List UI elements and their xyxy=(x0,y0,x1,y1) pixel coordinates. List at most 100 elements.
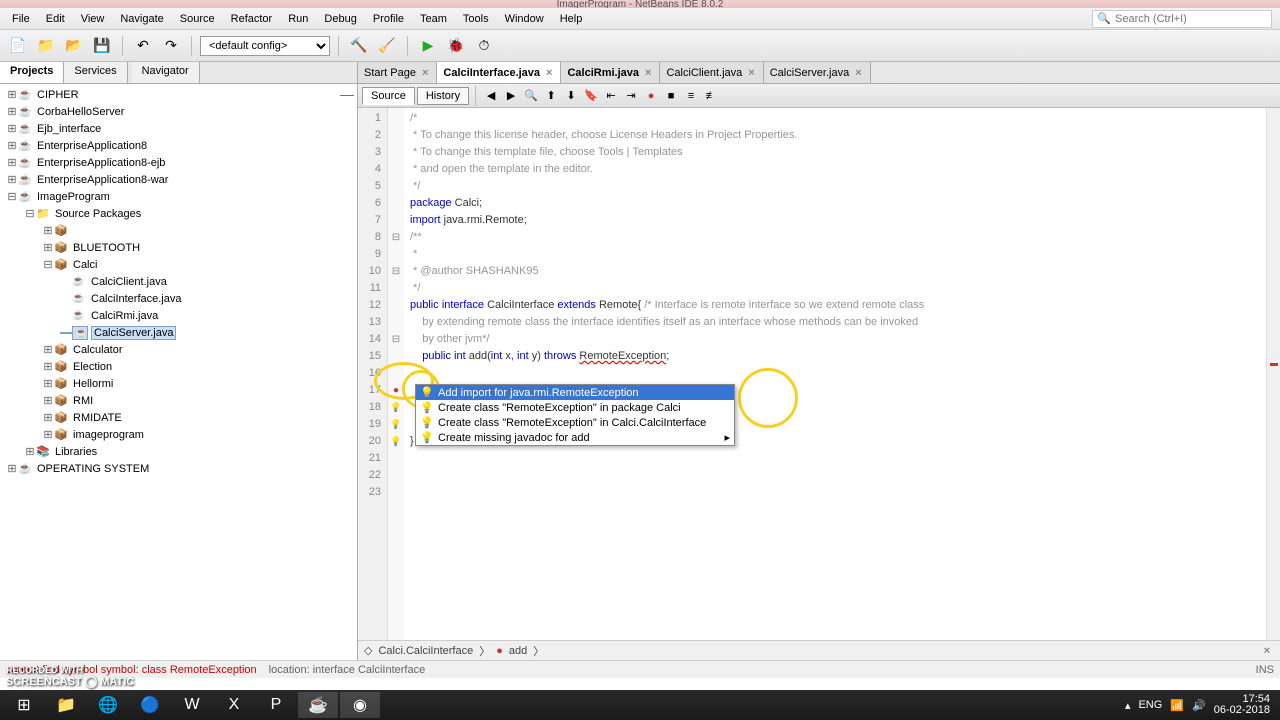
new-project-button[interactable]: 📁 xyxy=(34,34,58,58)
find-selection-icon[interactable]: 🔍 xyxy=(522,87,540,105)
tree-item[interactable]: CalciInterface.java xyxy=(2,290,355,307)
error-marker[interactable] xyxy=(1270,363,1278,366)
open-button[interactable]: 📂 xyxy=(62,34,86,58)
chrome-button[interactable]: 🔵 xyxy=(130,692,170,718)
shift-right-icon[interactable]: ⇥ xyxy=(622,87,640,105)
breadcrumb-close-icon[interactable]: × xyxy=(1264,645,1270,657)
breadcrumb-class[interactable]: Calci.CalciInterface xyxy=(378,645,473,657)
vertical-scrollbar[interactable] xyxy=(1266,108,1280,640)
tree-item[interactable]: ⊞ xyxy=(2,222,355,239)
close-icon[interactable]: × xyxy=(643,67,653,79)
expander-icon[interactable]: ⊞ xyxy=(6,462,18,475)
expander-icon[interactable]: ⊟ xyxy=(42,258,54,271)
tray-network-icon[interactable]: 📶 xyxy=(1170,699,1184,712)
breadcrumb-method[interactable]: add xyxy=(509,645,527,657)
ie-button[interactable]: 🌐 xyxy=(88,692,128,718)
expander-icon[interactable]: ⊞ xyxy=(6,88,18,101)
expander-icon[interactable]: ⊞ xyxy=(6,156,18,169)
menu-profile[interactable]: Profile xyxy=(365,10,412,28)
start-button[interactable]: ⊞ xyxy=(4,692,44,718)
expander-icon[interactable]: ⊟ xyxy=(6,190,18,203)
tree-item[interactable]: ⊞Ejb_interface xyxy=(2,120,355,137)
close-icon[interactable]: × xyxy=(420,67,430,79)
quickfix-item[interactable]: 💡Create class "RemoteException" in Calci… xyxy=(416,415,734,430)
expander-icon[interactable]: ⊞ xyxy=(42,360,54,373)
code-editor[interactable]: 1234567891011121314151617181920212223 /*… xyxy=(358,108,1280,640)
menu-refactor[interactable]: Refactor xyxy=(223,10,281,28)
tree-item[interactable]: ⊞EnterpriseApplication8-war xyxy=(2,171,355,188)
system-tray[interactable]: ▴ ENG 📶 🔊 17:54 06-02-2018 xyxy=(1125,694,1276,716)
toggle-bookmark-icon[interactable]: 🔖 xyxy=(582,87,600,105)
tree-item[interactable]: ⊞EnterpriseApplication8 xyxy=(2,137,355,154)
editor-tab[interactable]: CalciServer.java× xyxy=(764,62,871,83)
netbeans-button[interactable]: ☕ xyxy=(298,692,338,718)
tree-item[interactable]: ⊞Calculator xyxy=(2,341,355,358)
tree-item[interactable]: ⊞Election xyxy=(2,358,355,375)
profile-button[interactable]: ⏱ xyxy=(472,34,496,58)
menu-tools[interactable]: Tools xyxy=(455,10,497,28)
file-explorer-button[interactable]: 📁 xyxy=(46,692,86,718)
tree-item[interactable]: ⊟ImageProgram xyxy=(2,188,355,205)
minimize-panel-icon[interactable]: — xyxy=(340,86,354,102)
run-project-button[interactable]: ▶ xyxy=(416,34,440,58)
powerpoint-button[interactable]: P xyxy=(256,692,296,718)
save-all-button[interactable]: 💾 xyxy=(90,34,114,58)
expander-icon[interactable]: ⊞ xyxy=(6,105,18,118)
nav-back-icon[interactable]: ◀ xyxy=(482,87,500,105)
windows-taskbar[interactable]: ⊞ 📁 🌐 🔵 W X P ☕ ◉ ▴ ENG 📶 🔊 17:54 06-02-… xyxy=(0,690,1280,720)
tree-item[interactable]: ⊞Hellormi xyxy=(2,375,355,392)
navigator-tab[interactable]: Navigator xyxy=(132,62,200,83)
editor-tab[interactable]: Start Page× xyxy=(358,62,437,83)
editor-tab[interactable]: CalciClient.java× xyxy=(660,62,763,83)
tree-item[interactable]: ⊞EnterpriseApplication8-ejb xyxy=(2,154,355,171)
services-tab[interactable]: Services xyxy=(64,62,127,83)
tree-item[interactable]: CalciClient.java xyxy=(2,273,355,290)
tree-item[interactable]: CalciServer.java xyxy=(2,324,355,341)
uncomment-icon[interactable]: ≢ xyxy=(702,87,720,105)
quickfix-item[interactable]: 💡Create missing javadoc for add▸ xyxy=(416,430,734,445)
close-icon[interactable]: × xyxy=(544,67,554,79)
next-bookmark-icon[interactable]: ⬇ xyxy=(562,87,580,105)
close-icon[interactable]: × xyxy=(746,67,756,79)
expander-icon[interactable]: ⊞ xyxy=(6,139,18,152)
expander-icon[interactable]: ⊞ xyxy=(42,343,54,356)
menu-debug[interactable]: Debug xyxy=(316,10,364,28)
expander-icon[interactable]: ⊞ xyxy=(42,411,54,424)
tree-item[interactable]: ⊞Libraries xyxy=(2,443,355,460)
quickfix-item[interactable]: 💡Add import for java.rmi.RemoteException xyxy=(416,385,734,400)
editor-tab[interactable]: CalciInterface.java× xyxy=(437,62,561,83)
tree-item[interactable]: ⊞BLUETOOTH xyxy=(2,239,355,256)
quickfix-item[interactable]: 💡Create class "RemoteException" in packa… xyxy=(416,400,734,415)
expander-icon[interactable]: ⊞ xyxy=(42,394,54,407)
debug-button[interactable]: 🐞 xyxy=(444,34,468,58)
expander-icon[interactable]: ⊞ xyxy=(42,377,54,390)
prev-bookmark-icon[interactable]: ⬆ xyxy=(542,87,560,105)
tree-item[interactable]: ⊞OPERATING SYSTEM xyxy=(2,460,355,477)
tree-item[interactable]: ⊞imageprogram xyxy=(2,426,355,443)
menu-view[interactable]: View xyxy=(73,10,113,28)
expander-icon[interactable]: ⊞ xyxy=(42,428,54,441)
tree-item[interactable]: ⊟Source Packages xyxy=(2,205,355,222)
build-button[interactable]: 🔨 xyxy=(347,34,371,58)
new-file-button[interactable]: 📄 xyxy=(6,34,30,58)
projects-tab[interactable]: Projects xyxy=(0,62,64,83)
expander-icon[interactable]: ⊞ xyxy=(42,224,54,237)
menu-team[interactable]: Team xyxy=(412,10,455,28)
code-content[interactable]: /* * To change this license header, choo… xyxy=(404,108,1280,640)
history-view-button[interactable]: History xyxy=(417,87,469,105)
tree-item[interactable]: ⊟Calci xyxy=(2,256,355,273)
tree-item[interactable]: ⊞CIPHER xyxy=(2,86,355,103)
undo-button[interactable]: ↶ xyxy=(131,34,155,58)
search-input[interactable] xyxy=(1115,13,1267,25)
tree-item[interactable]: ⊞CorbaHelloServer xyxy=(2,103,355,120)
macro-start-icon[interactable]: ● xyxy=(642,87,660,105)
nav-fwd-icon[interactable]: ▶ xyxy=(502,87,520,105)
word-button[interactable]: W xyxy=(172,692,212,718)
expander-icon[interactable]: ⊟ xyxy=(24,207,36,220)
macro-stop-icon[interactable]: ■ xyxy=(662,87,680,105)
tree-item[interactable]: ⊞RMI xyxy=(2,392,355,409)
glyph-margin[interactable] xyxy=(388,108,404,640)
menu-source[interactable]: Source xyxy=(172,10,223,28)
clean-build-button[interactable]: 🧹 xyxy=(375,34,399,58)
search-box[interactable]: 🔍 xyxy=(1092,10,1272,28)
